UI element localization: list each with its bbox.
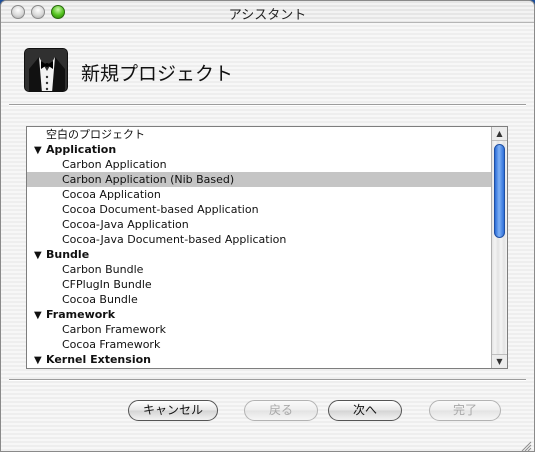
list-item[interactable]: Cocoa Document-based Application — [27, 202, 491, 217]
list-item[interactable]: Cocoa-Java Document-based Application — [27, 232, 491, 247]
tuxedo-icon — [24, 48, 68, 92]
disclosure-triangle-icon[interactable]: ▼ — [34, 308, 46, 322]
list-item[interactable]: Carbon Framework — [27, 322, 491, 337]
list-item[interactable]: Cocoa Application — [27, 187, 491, 202]
list-item[interactable]: Carbon Bundle — [27, 262, 491, 277]
list-group-kernel-extension[interactable]: ▼ Kernel Extension — [27, 352, 491, 367]
project-list-rows: 空白のプロジェクト ▼ Application Carbon Applicatio… — [27, 127, 491, 368]
list-item[interactable]: CFPlugIn Bundle — [27, 277, 491, 292]
list-group-framework[interactable]: ▼ Framework — [27, 307, 491, 322]
scrollbar-thumb[interactable] — [494, 144, 505, 238]
list-item[interactable]: Cocoa Framework — [27, 337, 491, 352]
disclosure-triangle-icon[interactable]: ▼ — [34, 143, 46, 157]
list-item-selected[interactable]: Carbon Application (Nib Based) — [27, 172, 491, 187]
list-item[interactable]: Carbon Application — [27, 157, 491, 172]
list-item[interactable]: 空白のプロジェクト — [27, 127, 491, 142]
list-group-application[interactable]: ▼ Application — [27, 142, 491, 157]
finish-button[interactable]: 完了 — [429, 400, 501, 421]
scroll-down-arrow-icon[interactable]: ▼ — [492, 354, 507, 368]
resize-grip-icon[interactable] — [520, 437, 532, 451]
cancel-button[interactable]: キャンセル — [128, 400, 218, 421]
disclosure-triangle-icon[interactable]: ▼ — [34, 353, 46, 367]
list-item[interactable]: Cocoa Bundle — [27, 292, 491, 307]
assistant-window: アシスタント 新規プロジェクト 空白のプロジェクト ▼ Application C… — [0, 0, 535, 452]
project-type-list[interactable]: 空白のプロジェクト ▼ Application Carbon Applicatio… — [26, 126, 508, 369]
title-bar[interactable]: アシスタント — [1, 1, 534, 23]
page-title: 新規プロジェクト — [81, 63, 234, 85]
back-button[interactable]: 戻る — [244, 400, 318, 421]
scroll-up-arrow-icon[interactable]: ▲ — [492, 127, 507, 141]
list-group-bundle[interactable]: ▼ Bundle — [27, 247, 491, 262]
footer-divider — [9, 379, 526, 381]
list-item[interactable]: Cocoa-Java Application — [27, 217, 491, 232]
disclosure-triangle-icon[interactable]: ▼ — [34, 248, 46, 262]
vertical-scrollbar[interactable]: ▲ ▼ — [491, 127, 507, 368]
next-button[interactable]: 次へ — [328, 400, 402, 421]
header-divider — [9, 104, 526, 106]
window-title: アシスタント — [228, 8, 307, 23]
